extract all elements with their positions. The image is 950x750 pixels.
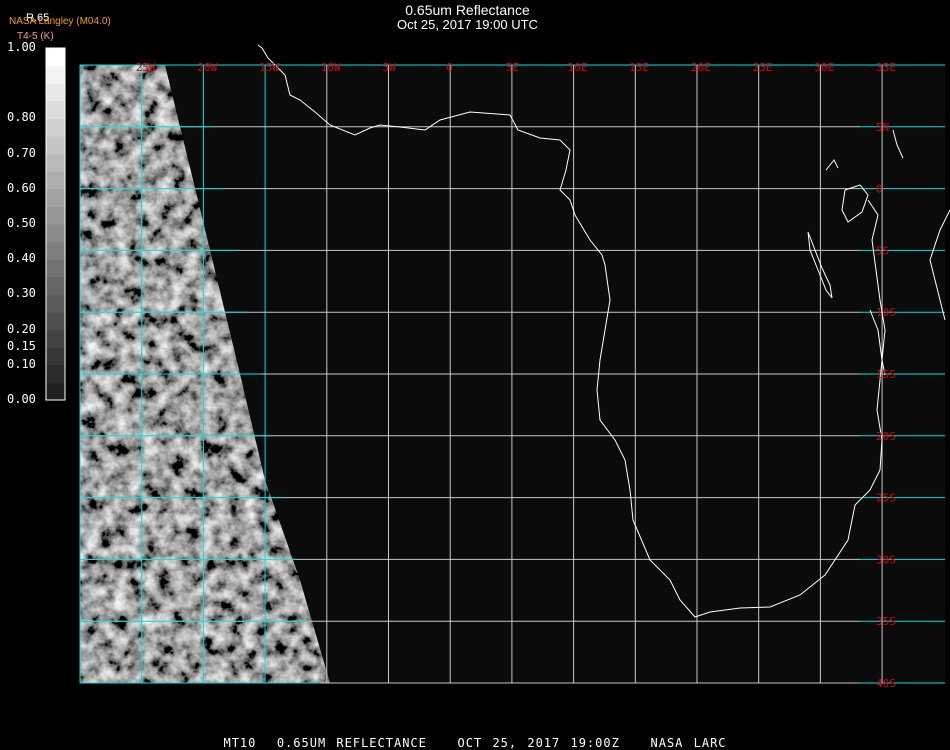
latitude-label: 15S bbox=[876, 368, 896, 381]
colorbar-step bbox=[46, 118, 65, 137]
latitude-label: 35S bbox=[876, 615, 896, 628]
colorbar-step bbox=[46, 100, 65, 119]
latitude-label: 0 bbox=[876, 183, 883, 196]
longitude-label: 5E bbox=[506, 61, 519, 74]
colorbar-step bbox=[46, 188, 65, 207]
colorbar-label: 0.15 bbox=[7, 339, 36, 354]
colorbar-step bbox=[46, 259, 65, 278]
longitude-label: 30E bbox=[814, 61, 834, 74]
latitude-label: 25S bbox=[876, 492, 896, 505]
latitude-label: 20S bbox=[876, 430, 896, 443]
longitude-label: 15W bbox=[259, 61, 279, 74]
map-subtitle: Oct 25, 2017 19:00 UTC bbox=[397, 17, 538, 32]
longitude-label: 10E bbox=[568, 61, 588, 74]
longitude-label: 20E bbox=[691, 61, 711, 74]
provider-label: NASA Langley (M04.0) bbox=[9, 16, 111, 27]
colorbar-step bbox=[46, 241, 65, 260]
colorbar-step bbox=[46, 294, 65, 313]
map-canvas: 25W 20W 15W 10W 5W 0 5E 10E 15E 20E 25E 30E 35E 5N 0 5… bbox=[45, 44, 950, 690]
colorbar-step bbox=[46, 83, 65, 102]
colorbar-step bbox=[46, 65, 65, 84]
colorbar-label: 0.80 bbox=[7, 110, 36, 125]
colorbar-label: 0.60 bbox=[7, 180, 36, 195]
colorbar-step bbox=[46, 171, 65, 190]
colorbar-step bbox=[46, 382, 65, 401]
longitude-label: 15E bbox=[629, 61, 649, 74]
colorbar-label: 0.40 bbox=[7, 251, 36, 266]
colorbar-label: 0.10 bbox=[7, 356, 36, 371]
latitude-label: 5S bbox=[876, 244, 889, 257]
latitude-label: 10S bbox=[876, 306, 896, 319]
colorbar-label: 1.00 bbox=[7, 40, 36, 54]
longitude-label: 25E bbox=[753, 61, 773, 74]
latitude-label: 40S bbox=[876, 677, 896, 690]
longitude-label: 10W bbox=[321, 61, 341, 74]
colorbar-label: 0.50 bbox=[7, 216, 36, 230]
colorbar-label: 0.70 bbox=[7, 145, 36, 160]
colorbar-step bbox=[46, 48, 65, 67]
longitude-label: 25W bbox=[136, 61, 156, 74]
latitude-label: 5N bbox=[876, 121, 889, 134]
colorbar-label: 0.30 bbox=[7, 286, 36, 301]
colorbar-step bbox=[46, 364, 65, 383]
colorbar-step bbox=[46, 329, 65, 348]
colorbar-label: 0.20 bbox=[7, 321, 36, 336]
colorbar-step bbox=[46, 206, 65, 225]
colorbar-step bbox=[46, 312, 65, 331]
colorbar-step bbox=[46, 153, 65, 172]
colorbar bbox=[45, 47, 66, 401]
colorbar-step bbox=[46, 276, 65, 295]
colorbar-step bbox=[46, 347, 65, 366]
colorbar-label: 0.00 bbox=[7, 392, 36, 406]
latitude-label: 30S bbox=[876, 553, 896, 566]
longitude-label: 35E bbox=[876, 61, 896, 74]
colorbar-step bbox=[46, 224, 65, 243]
longitude-label: 5W bbox=[383, 61, 397, 74]
colorbar-step bbox=[46, 136, 65, 155]
longitude-label: 0 bbox=[446, 61, 453, 74]
map-title: 0.65um Reflectance bbox=[405, 2, 530, 18]
footer-caption: MT10 0.65UM REFLECTANCE OCT 25, 2017 19:… bbox=[223, 736, 727, 750]
longitude-label: 20W bbox=[197, 61, 217, 74]
